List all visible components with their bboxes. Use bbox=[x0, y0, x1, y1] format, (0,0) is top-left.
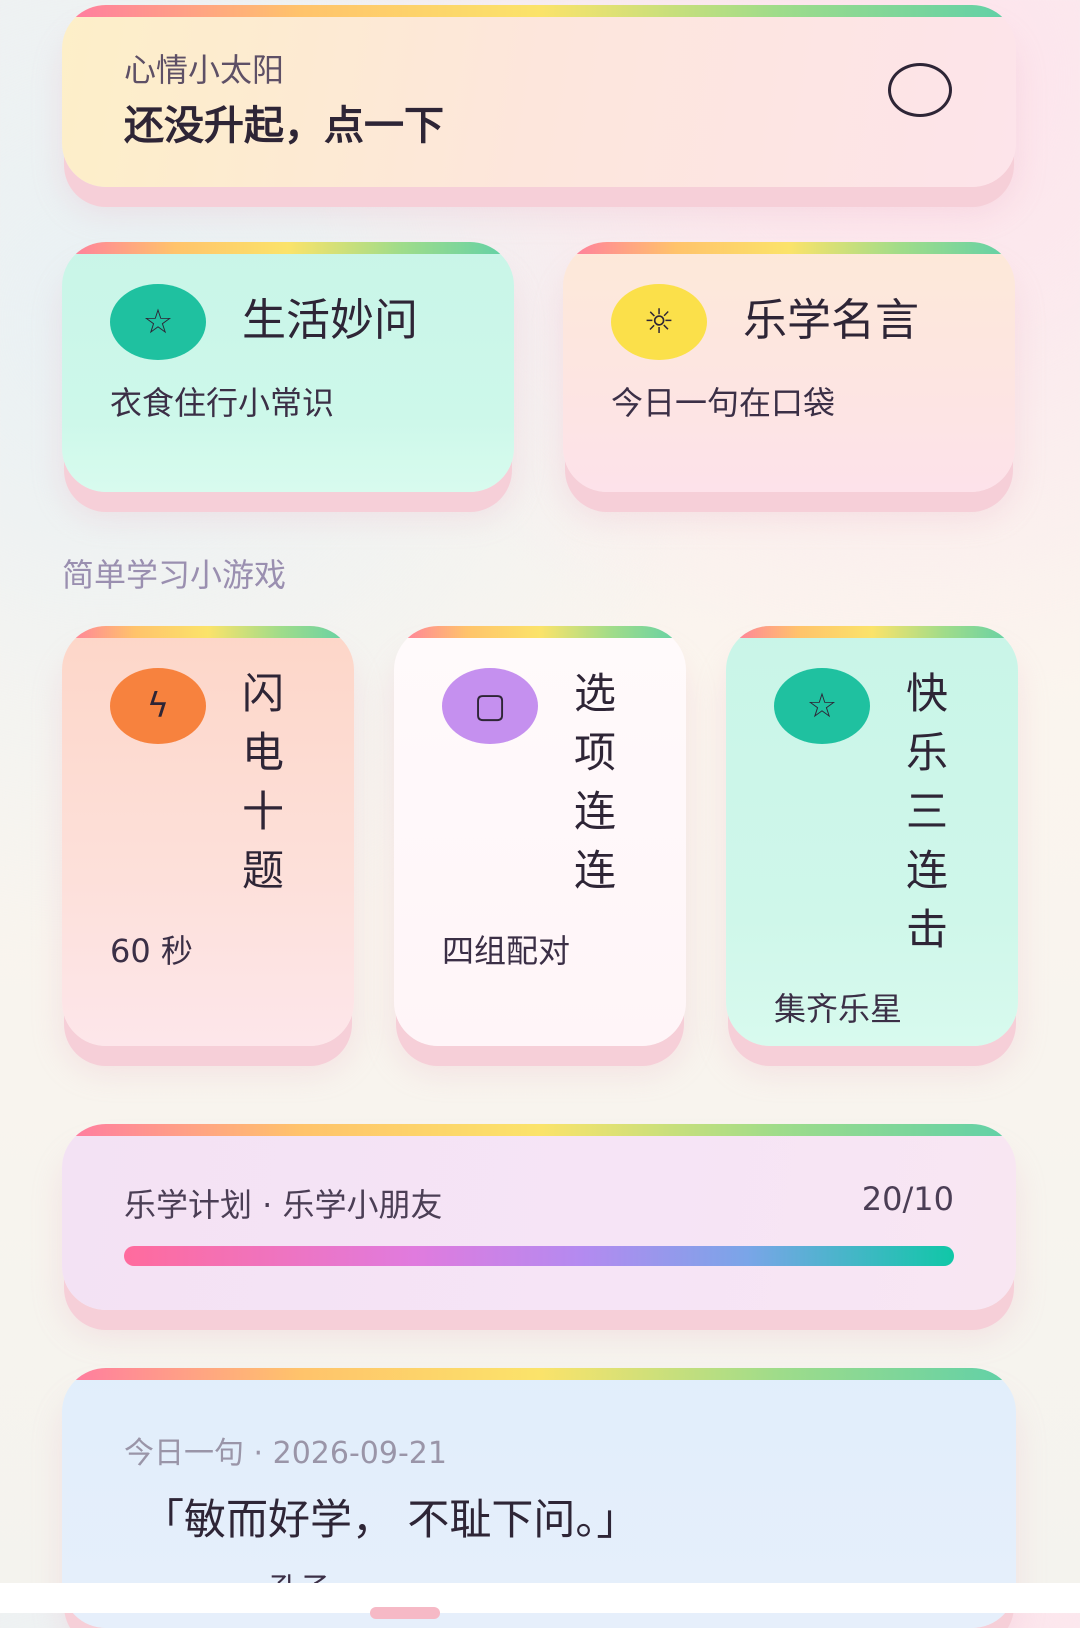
card-icon: ▢ bbox=[442, 668, 538, 744]
feature-card-quotes[interactable]: ☼ 乐学名言 今日一句在口袋 bbox=[563, 242, 1015, 492]
feature-subtitle: 衣食住行小常识 bbox=[110, 384, 335, 422]
feature-title: 乐学名言 bbox=[743, 295, 919, 346]
section-title: 简单学习小游戏 bbox=[62, 556, 287, 594]
feature-subtitle: 今日一句在口袋 bbox=[611, 384, 836, 422]
game-title: 选项连连 bbox=[574, 669, 617, 895]
plan-progress-bar bbox=[124, 1246, 954, 1266]
star-icon: ☆ bbox=[110, 284, 206, 360]
star-icon: ☆ bbox=[774, 668, 870, 744]
mood-card[interactable]: 心情小太阳 还没升起，点一下 bbox=[62, 5, 1016, 187]
mood-title: 还没升起，点一下 bbox=[124, 103, 444, 149]
learning-plan-card[interactable]: 乐学计划 · 乐学小朋友 20/10 bbox=[62, 1124, 1016, 1310]
daily-quote-text: 「敏而好学， 不耻下问。」 bbox=[142, 1495, 639, 1544]
game-subtitle: 60 秒 bbox=[110, 932, 193, 970]
plan-count: 20/10 bbox=[861, 1180, 954, 1218]
game-title: 闪电十题 bbox=[242, 669, 285, 895]
feature-title: 生活妙问 bbox=[242, 295, 418, 346]
game-card-matching[interactable]: ▢ 选项连连 四组配对 bbox=[394, 626, 686, 1046]
game-title: 快乐三连击 bbox=[906, 669, 949, 954]
game-subtitle: 四组配对 bbox=[442, 932, 571, 970]
game-card-lightning-ten[interactable]: ϟ 闪电十题 60 秒 bbox=[62, 626, 354, 1046]
home-indicator[interactable] bbox=[370, 1607, 440, 1619]
lightning-icon: ϟ bbox=[110, 668, 206, 744]
mood-label: 心情小太阳 bbox=[124, 51, 285, 89]
game-subtitle: 集齐乐星 bbox=[774, 990, 903, 1028]
game-card-triple-combo[interactable]: ☆ 快乐三连击 集齐乐星 bbox=[726, 626, 1018, 1046]
daily-date-label: 今日一句 · 2026-09-21 bbox=[124, 1436, 447, 1471]
mood-toggle-circle-icon[interactable] bbox=[888, 63, 952, 117]
sun-icon: ☼ bbox=[611, 284, 707, 360]
bottom-bar bbox=[0, 1583, 1080, 1619]
plan-title: 乐学计划 · 乐学小朋友 bbox=[124, 1186, 443, 1224]
feature-card-life-questions[interactable]: ☆ 生活妙问 衣食住行小常识 bbox=[62, 242, 514, 492]
